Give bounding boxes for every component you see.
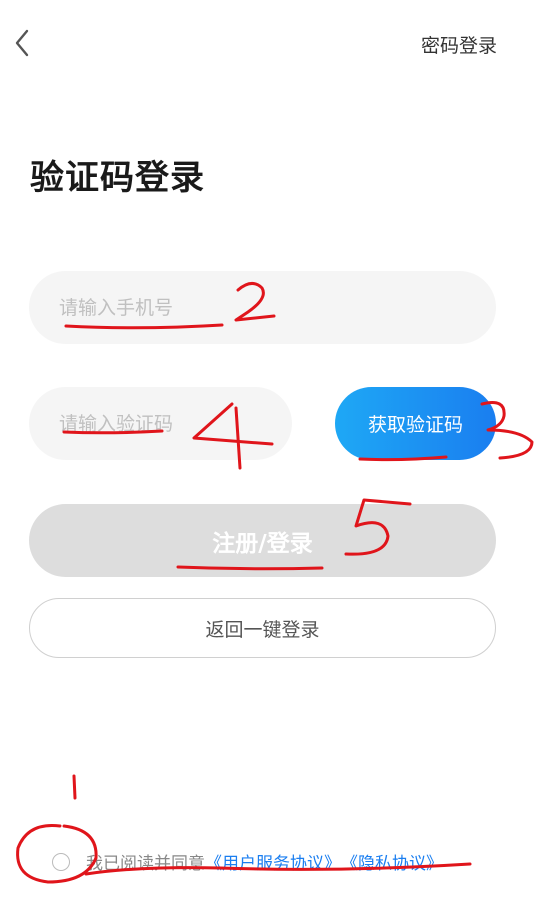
agreement-text: 我已阅读并同意	[86, 854, 205, 874]
privacy-policy-link[interactable]: 《隐私协议》	[341, 849, 443, 874]
register-login-button[interactable]: 注册/登录	[29, 504, 496, 577]
user-agreement-link[interactable]: 《用户服务协议》	[205, 849, 341, 874]
agreement-radio[interactable]	[52, 852, 70, 871]
annotation-number-1	[72, 774, 77, 800]
page-title: 验证码登录	[30, 158, 205, 198]
phone-input[interactable]	[29, 271, 496, 344]
chevron-left-icon[interactable]	[10, 26, 40, 60]
back-oneclick-login-button[interactable]: 返回一键登录	[29, 598, 496, 658]
verification-code-input[interactable]	[29, 387, 292, 460]
password-login-link[interactable]: 密码登录	[421, 31, 497, 58]
get-code-button[interactable]: 获取验证码	[335, 387, 496, 460]
agreement-row: 我已阅读并同意 《用户服务协议》 《隐私协议》	[52, 849, 443, 874]
